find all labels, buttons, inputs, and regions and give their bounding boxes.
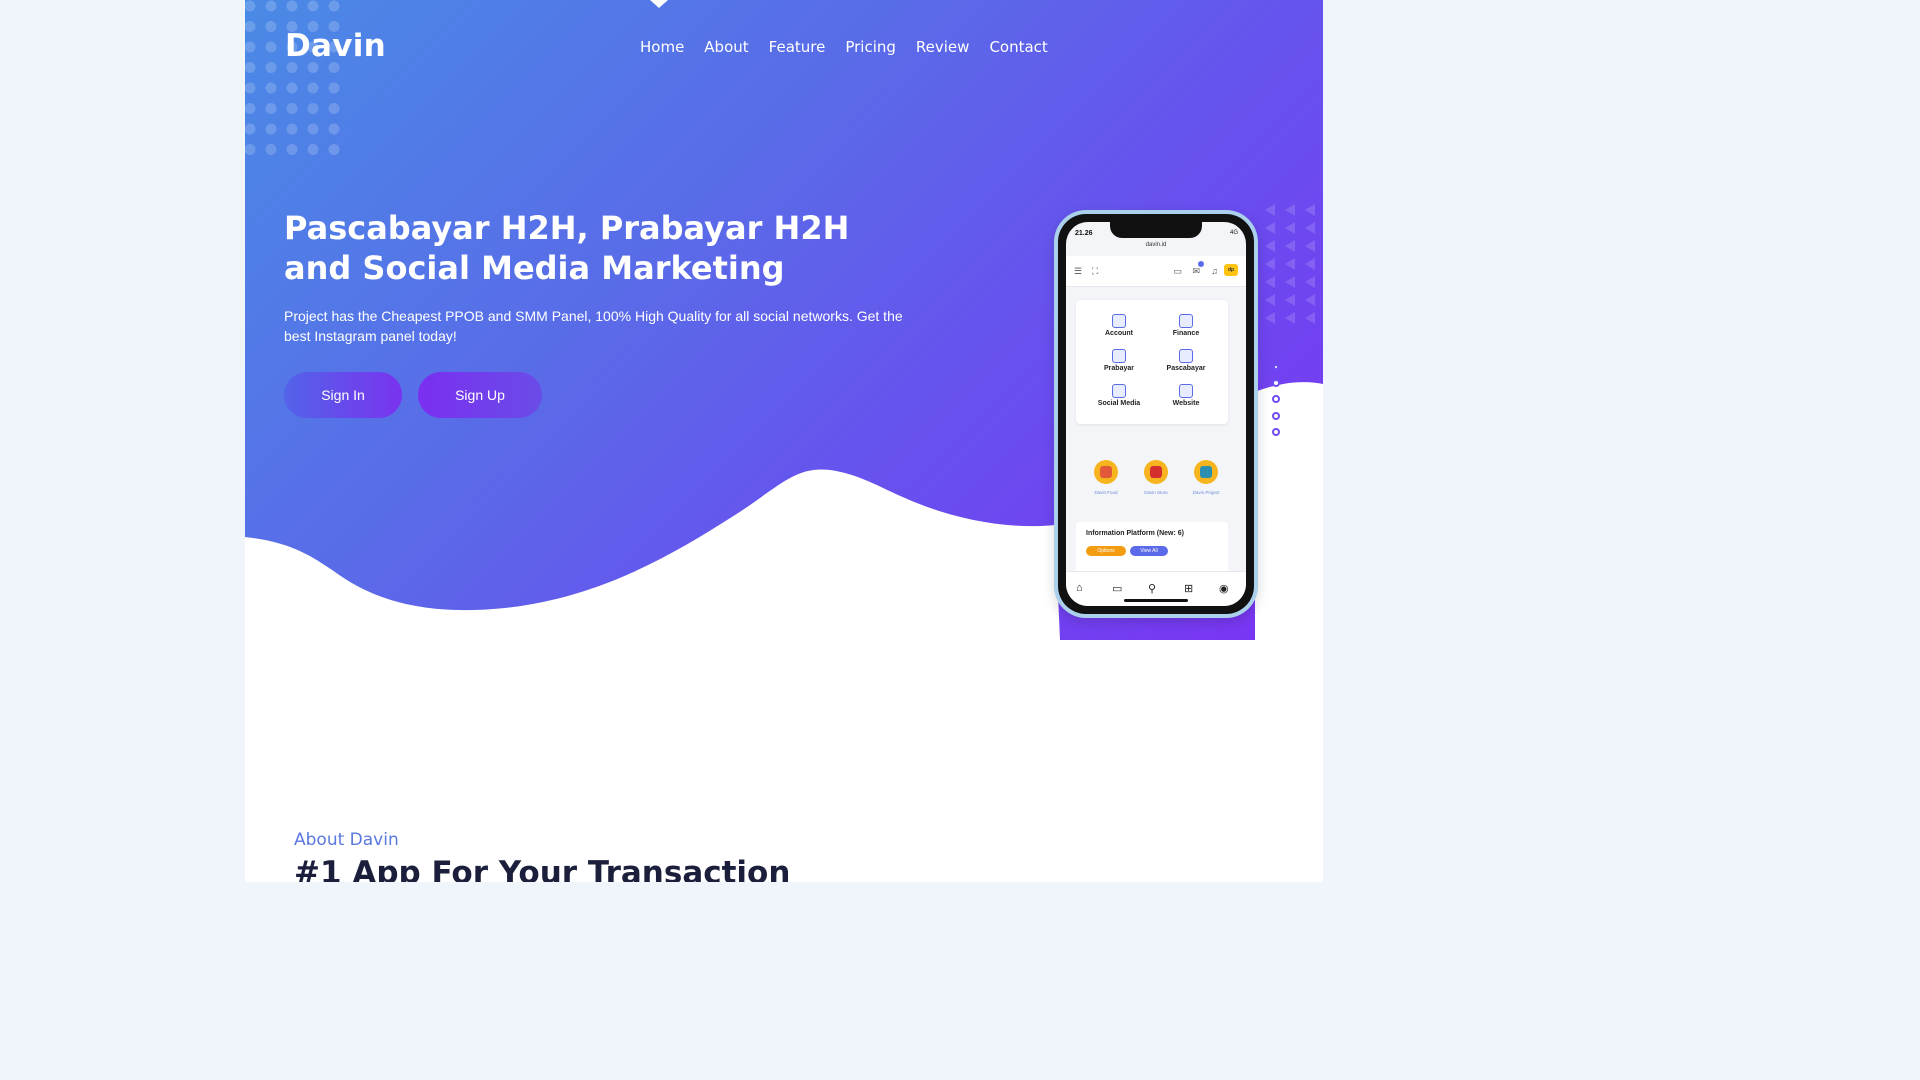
menu-label: Prabayar xyxy=(1104,365,1134,372)
davin-food-icon xyxy=(1094,460,1118,484)
avatar: dp xyxy=(1224,264,1238,276)
menu-item-social-media: Social Media xyxy=(1086,384,1152,407)
nav-about[interactable]: About xyxy=(704,38,748,56)
phone-screen: 21.26 4G davin.id ☰ ⛶ ▭ ✉ ♫ dp Account F… xyxy=(1066,222,1246,606)
hero-subtext: Project has the Cheapest PPOB and SMM Pa… xyxy=(284,308,903,344)
mail-icon: ✉ xyxy=(1192,266,1200,276)
hamburger-icon: ☰ xyxy=(1074,266,1083,276)
home-indicator xyxy=(1124,599,1188,602)
bell-icon: ♫ xyxy=(1211,266,1218,276)
phone-mockup: 21.26 4G davin.id ☰ ⛶ ▭ ✉ ♫ dp Account F… xyxy=(1054,210,1258,618)
menu-label: Pascabayar xyxy=(1166,365,1206,372)
nav-home[interactable]: Home xyxy=(640,38,684,56)
info-title: Information Platform (New: 6) xyxy=(1086,530,1185,537)
pagination-dot[interactable] xyxy=(1272,411,1280,420)
home-icon: ⌂ xyxy=(1076,582,1083,594)
fullscreen-icon: ⛶ xyxy=(1092,266,1099,276)
menu-item-finance: Finance xyxy=(1153,314,1219,337)
status-network: 4G xyxy=(1229,230,1238,236)
pagination-dot[interactable] xyxy=(1272,378,1280,387)
info-platform-card: Information Platform (New: 6) Options Vi… xyxy=(1076,522,1228,576)
nav-review[interactable]: Review xyxy=(916,38,970,56)
add-icon: ⊞ xyxy=(1184,583,1194,595)
app-label: Davin Store xyxy=(1144,490,1168,495)
options-button: Options xyxy=(1086,546,1126,556)
menu-item-prabayar: Prabayar xyxy=(1086,349,1152,372)
finance-icon xyxy=(1179,314,1193,328)
menu-label: Finance xyxy=(1172,330,1200,337)
sign-in-button[interactable]: Sign In xyxy=(284,372,402,418)
nav-pricing[interactable]: Pricing xyxy=(845,38,896,56)
about-section-label: About Davin xyxy=(294,830,399,850)
browser-url: davin.id xyxy=(1145,242,1167,248)
sign-up-button[interactable]: Sign Up xyxy=(418,372,542,418)
davin-project-icon xyxy=(1194,460,1218,484)
pagination-dot[interactable] xyxy=(1272,395,1280,403)
pagination-dot[interactable] xyxy=(1273,364,1279,370)
nav-feature[interactable]: Feature xyxy=(769,38,826,56)
menu-card: Account Finance Prabayar Pascabayar Soci… xyxy=(1076,300,1228,424)
phone-bottom-bar: ⌂ ▭ ⚲ ⊞ ◉ xyxy=(1066,571,1246,606)
nav-active-pointer xyxy=(650,0,668,8)
wallet-icon: ▭ xyxy=(1112,583,1123,595)
apps-row: Davin Food Davin Store Davin Project xyxy=(1076,460,1228,500)
main-nav: Home About Feature Pricing Review Contac… xyxy=(640,38,1068,56)
about-section-heading: #1 App For Your Transaction xyxy=(294,855,791,882)
davin-store-icon xyxy=(1144,460,1168,484)
pascabayar-icon xyxy=(1179,349,1193,363)
status-time: 21.26 xyxy=(1075,230,1093,237)
chat-icon: ▭ xyxy=(1173,266,1182,276)
notification-dot xyxy=(1198,261,1204,267)
menu-label: Website xyxy=(1172,400,1200,407)
prabayar-icon xyxy=(1112,349,1126,363)
logo[interactable]: Davin xyxy=(285,28,386,64)
view-all-button: View All xyxy=(1130,546,1168,556)
hero-headline: Pascabayar H2H, Prabayar H2H and Social … xyxy=(284,209,850,287)
nav-contact[interactable]: Contact xyxy=(989,38,1047,56)
app-header-bar: ☰ ⛶ ▭ ✉ ♫ dp xyxy=(1066,256,1246,287)
menu-item-account: Account xyxy=(1086,314,1152,337)
menu-label: Account xyxy=(1105,330,1133,337)
menu-label: Social Media xyxy=(1097,400,1141,407)
profile-icon: ◉ xyxy=(1219,583,1229,595)
app-label: Davin Project xyxy=(1192,490,1220,495)
menu-item-pascabayar: Pascabayar xyxy=(1153,349,1219,372)
phone-notch xyxy=(1110,222,1202,238)
social-media-icon xyxy=(1112,384,1126,398)
slide-pagination xyxy=(1272,364,1280,445)
page: Davin Home About Feature Pricing Review … xyxy=(245,0,1323,882)
account-icon xyxy=(1112,314,1126,328)
menu-item-website: Website xyxy=(1153,384,1219,407)
website-icon xyxy=(1179,384,1193,398)
search-icon: ⚲ xyxy=(1148,583,1157,595)
app-label: Davin Food xyxy=(1094,490,1118,495)
pagination-dot[interactable] xyxy=(1272,428,1280,436)
